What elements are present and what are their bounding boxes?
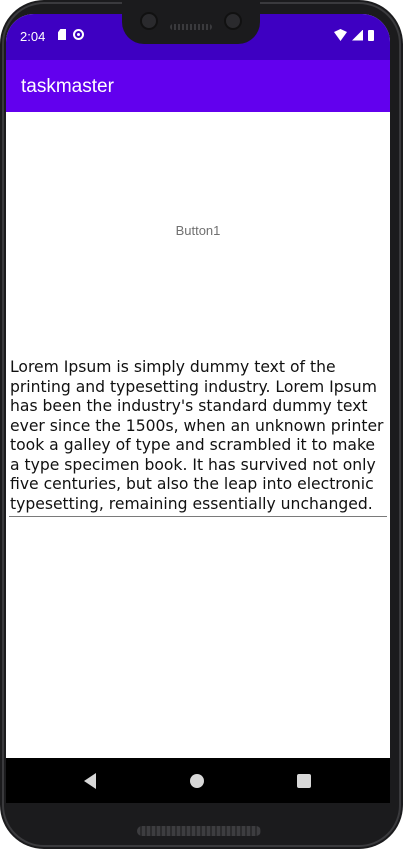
divider (9, 516, 387, 517)
main-content: Button1 Lorem Ipsum is simply dummy text… (6, 112, 390, 758)
cellular-signal-icon (352, 29, 363, 41)
earpiece-speaker (170, 24, 212, 30)
back-icon[interactable] (84, 773, 96, 789)
navigation-bar (6, 758, 390, 803)
home-icon[interactable] (190, 774, 204, 788)
recents-icon[interactable] (297, 774, 311, 788)
wifi-icon (334, 29, 347, 41)
button1[interactable]: Button1 (6, 112, 390, 348)
app-bar: taskmaster (6, 60, 390, 112)
sync-icon (73, 29, 84, 40)
bottom-speaker (137, 826, 261, 836)
front-camera-icon (140, 12, 158, 30)
phone-frame: 2:04 taskmaster Button1 Lorem Ipsum is s… (0, 0, 403, 849)
device-screen: 2:04 taskmaster Button1 Lorem Ipsum is s… (6, 14, 390, 803)
body-text: Lorem Ipsum is simply dummy text of the … (10, 358, 384, 513)
status-right-icons (334, 29, 374, 41)
battery-icon (368, 29, 374, 41)
sd-card-icon (58, 29, 66, 40)
status-left-icons (58, 29, 84, 40)
status-time: 2:04 (20, 29, 46, 44)
camera-notch (122, 0, 260, 44)
front-sensor-icon (224, 12, 242, 30)
app-title: taskmaster (21, 76, 114, 97)
